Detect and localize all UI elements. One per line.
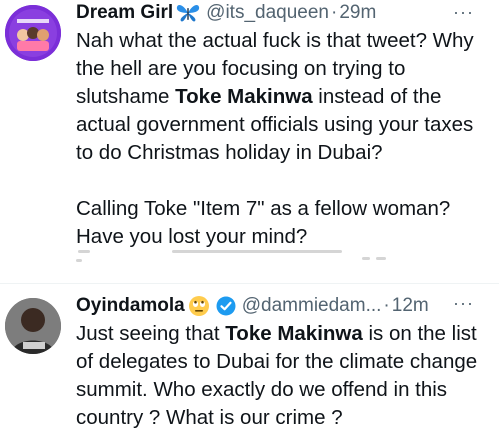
tweet-paragraph-2: Calling Toke "Item 7" as a fellow woman?… <box>76 197 451 248</box>
text-segment: Just seeing that <box>76 322 226 345</box>
user-handle[interactable]: @its_daqueen <box>206 2 329 24</box>
tweet-paragraph-1: Nah what the actual fuck is that tweet? … <box>76 27 496 167</box>
avatar[interactable] <box>5 5 61 61</box>
tweet-text: Just seeing that Toke Makinwa is on the … <box>76 320 496 432</box>
tweet-header: Dream Girl @its_daqueen · 29m <box>76 0 376 26</box>
avatar[interactable] <box>5 298 61 354</box>
tweet-header: Oyindamola @dammiedam... · 12m <box>76 293 429 319</box>
verified-badge-icon[interactable] <box>216 296 236 316</box>
more-options-icon[interactable]: ··· <box>453 2 474 23</box>
mention-toke-makinwa: Toke Makinwa <box>175 85 313 108</box>
butterfly-emoji-icon <box>176 3 200 23</box>
display-name[interactable]: Oyindamola <box>76 295 185 317</box>
mention-toke-makinwa: Toke Makinwa <box>225 322 363 345</box>
clipped-text-fragment <box>76 248 406 262</box>
user-handle[interactable]: @dammiedam... <box>242 295 382 317</box>
tweet-dream-girl[interactable]: Dream Girl @its_daqueen · 29m ··· Nah wh… <box>0 0 499 283</box>
separator-dot: · <box>330 2 338 23</box>
timestamp[interactable]: 12m <box>392 295 429 317</box>
more-options-icon[interactable]: ··· <box>453 293 474 314</box>
timestamp[interactable]: 29m <box>339 2 376 24</box>
display-name[interactable]: Dream Girl <box>76 2 173 24</box>
tweet-text: Nah what the actual fuck is that tweet? … <box>76 27 496 251</box>
separator-dot: · <box>383 295 390 316</box>
rolling-eyes-emoji-icon <box>188 295 210 317</box>
